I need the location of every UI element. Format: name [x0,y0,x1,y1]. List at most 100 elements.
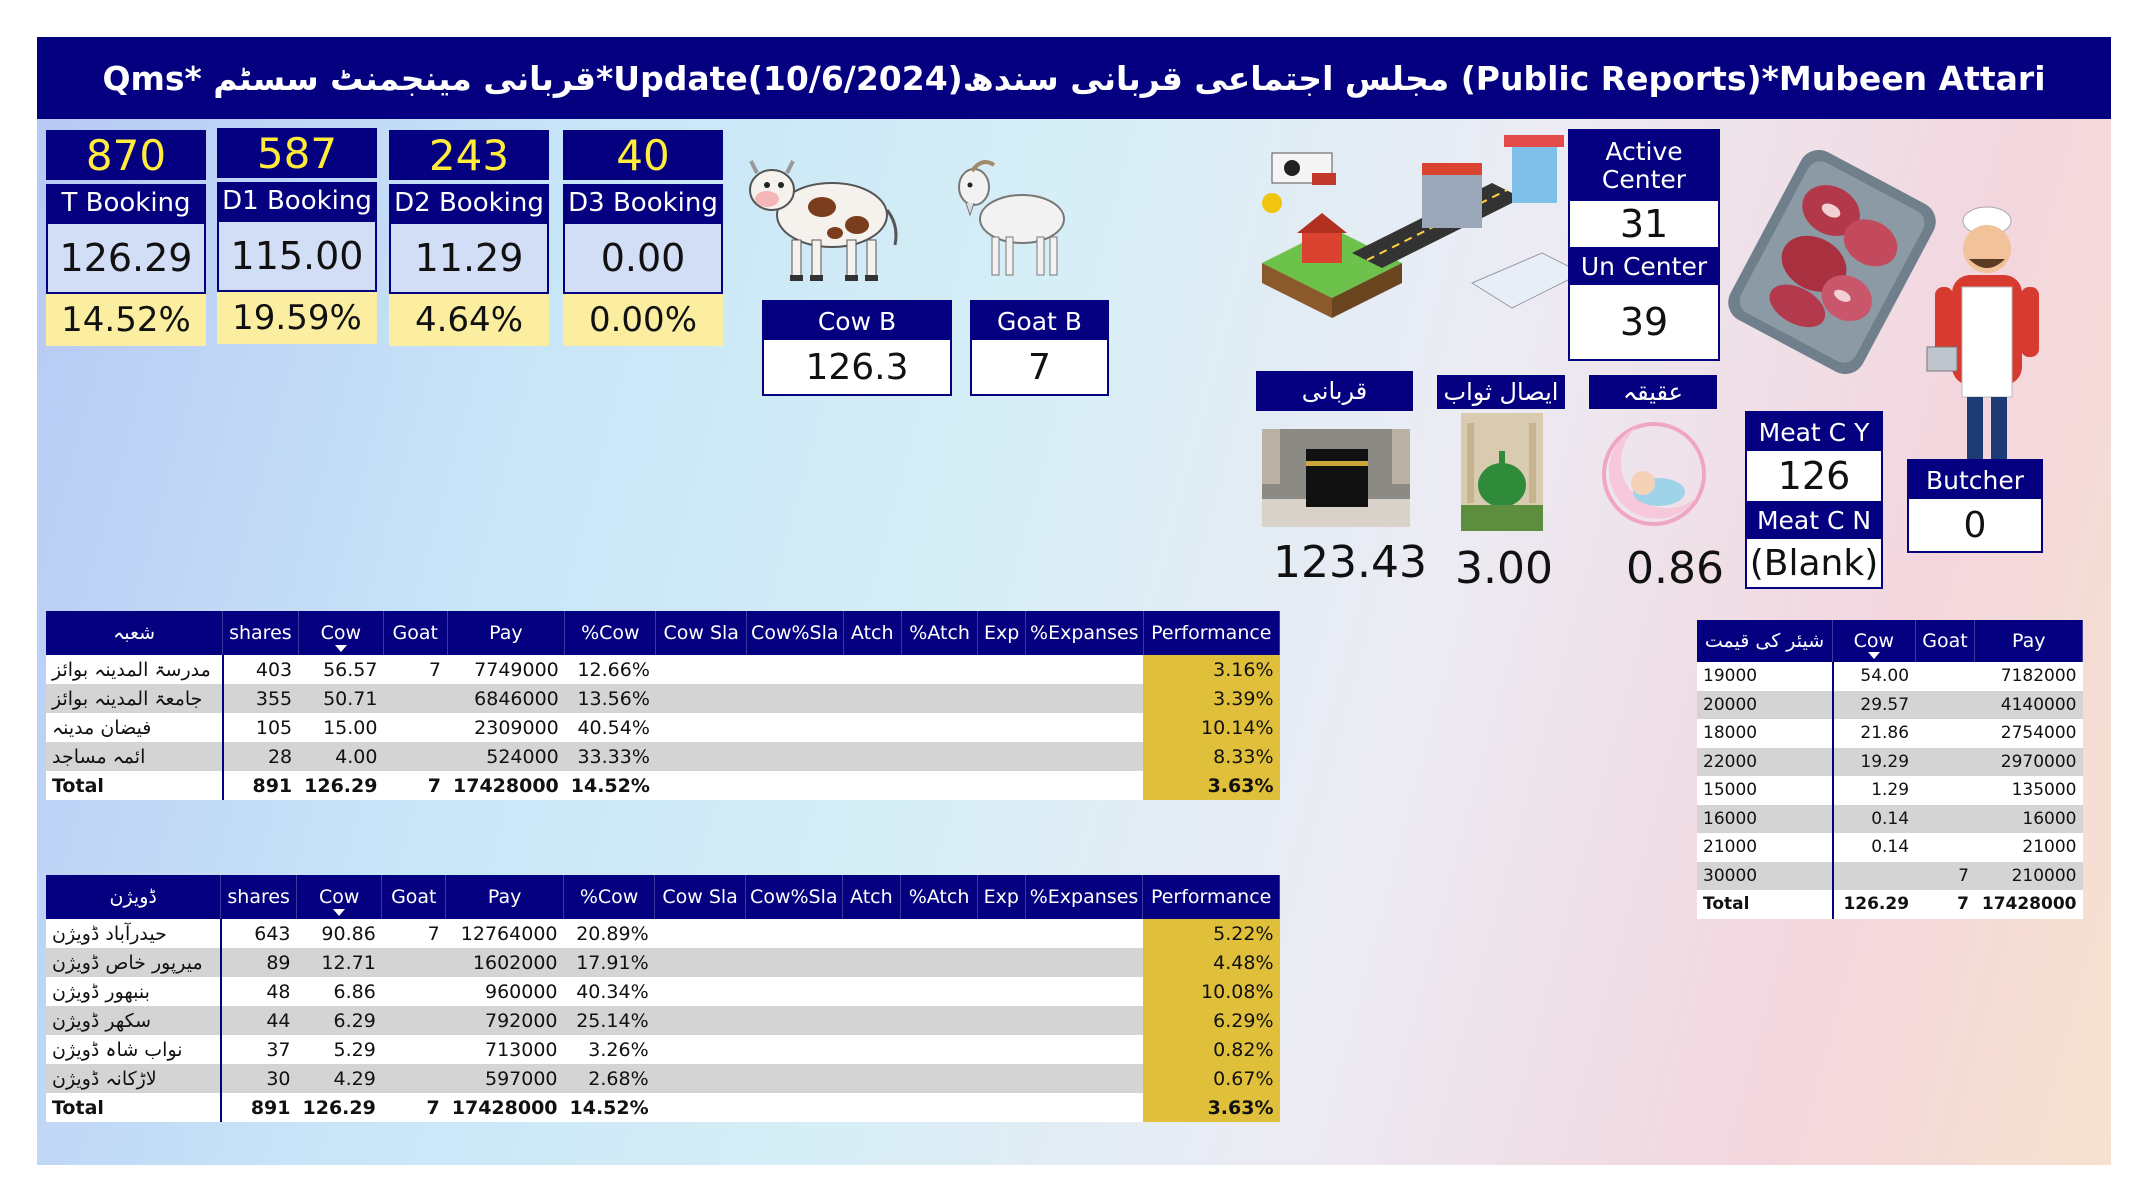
goat-booking-card[interactable]: Goat B 7 [970,300,1109,396]
pct-atch-cell [900,948,978,977]
cow-booking-card[interactable]: Cow B 126.3 [762,300,952,396]
division-table[interactable]: ڈویژن shares Cow Goat Pay %Cow Cow Sla C… [46,875,1280,1122]
goat-cell [383,742,447,771]
kpi-percent: 4.64% [389,294,549,346]
column-header-pct-atch[interactable]: %Atch [901,611,979,655]
goat-cell [381,1064,446,1093]
pay-cell: 1602000 [445,948,564,977]
table-row[interactable]: میرپور خاص ڈویژن 89 12.71 1602000 17.91% 4.48… [46,948,1280,977]
column-header-cow-sla[interactable]: Cow Sla [655,611,748,655]
pay-cell: 960000 [445,977,564,1006]
column-header-division[interactable]: ڈویژن [46,875,222,919]
table-row[interactable]: 30000 7 210000 [1697,861,2083,890]
isal-e-sawab-label: ایصال ثواب [1437,375,1565,409]
column-header-cow[interactable]: Cow [296,875,383,919]
column-header-pay[interactable]: Pay [1974,620,2083,662]
kpi-d1-booking[interactable]: 587 D1 Booking 115.00 19.59% [217,128,377,344]
column-header-pct-expanses[interactable]: %Expanses [1025,875,1144,919]
table-row[interactable]: 15000 1.29 135000 [1697,776,2083,805]
column-header-department[interactable]: شعبہ [46,611,224,655]
cow-cell: 54.00 [1831,662,1916,691]
column-header-goat[interactable]: Goat [1915,620,1976,662]
pay-cell: 12764000 [445,919,564,948]
table-row[interactable]: 16000 0.14 16000 [1697,804,2083,833]
row-name: لاڑکانہ ڈویژن [46,1064,221,1093]
exp-cell [977,1035,1026,1064]
exp-cell [977,1064,1026,1093]
column-header-shares[interactable]: shares [222,611,299,655]
cow-sla-cell [654,1093,746,1122]
table-row[interactable]: 19000 54.00 7182000 [1697,662,2083,691]
table-row[interactable]: 18000 21.86 2754000 [1697,719,2083,748]
table-row[interactable]: 22000 19.29 2970000 [1697,747,2083,776]
kpi-total-booking[interactable]: 870 T Booking 126.29 14.52% [46,130,206,346]
table-row[interactable]: فیضان مدینہ 105 15.00 2309000 40.54% 10.14% [46,713,1280,742]
table-row[interactable]: حیدرآباد ڈویژن 643 90.86 7 12764000 20.89% 5.2… [46,919,1280,948]
kpi-value: 126.29 [46,222,206,294]
meat-card[interactable]: Meat C Y 126 Meat C N (Blank) [1745,411,1883,589]
column-header-atch[interactable]: Atch [842,875,902,919]
pct-expanses-cell [1025,713,1144,742]
department-table[interactable]: شعبہ shares Cow Goat Pay %Cow Cow Sla Co… [46,611,1281,800]
column-header-cow-sla[interactable]: Cow Sla [654,875,747,919]
column-header-atch[interactable]: Atch [843,611,902,655]
pay-cell: 4140000 [1974,690,2083,719]
column-header-exp[interactable]: Exp [977,875,1026,919]
cow-pct-sla-cell [746,771,844,800]
column-header-cow[interactable]: Cow [1832,620,1916,662]
column-header-pct-cow[interactable]: %Cow [564,611,657,655]
pay-cell: 597000 [445,1064,564,1093]
column-header-performance[interactable]: Performance [1143,611,1281,655]
total-row[interactable]: Total 891 126.29 7 17428000 14.52% 3.63% [46,771,1280,800]
table-row[interactable]: مدرسۃ المدینہ بوائز 403 56.57 7 7749000 12.66… [46,655,1280,684]
table-row[interactable]: بنبھور ڈویژن 48 6.86 960000 40.34% 10.08% [46,977,1280,1006]
column-header-cow[interactable]: Cow [298,611,384,655]
table-row[interactable]: ائمہ مساجد 28 4.00 524000 33.33% 8.33% [46,742,1280,771]
column-header-cow-pct-sla[interactable]: Cow%Sla [745,875,843,919]
shares-cell: 89 [219,948,297,977]
atch-cell [843,713,902,742]
table-row[interactable]: 21000 0.14 21000 [1697,833,2083,862]
performance-cell: 0.67% [1142,1064,1280,1093]
column-header-pay[interactable]: Pay [445,875,565,919]
column-header-performance[interactable]: Performance [1142,875,1280,919]
row-name: سکھر ڈویژن [46,1006,221,1035]
goat-illustration [958,160,1065,276]
total-row[interactable]: Total 891 126.29 7 17428000 14.52% 3.63% [46,1093,1280,1122]
column-header-share-price[interactable]: شیئر کی قیمت [1697,620,1834,662]
report-canvas: Qms* قربانی مینجمنٹ سسٹم*Update(10/6/202… [37,37,2111,1165]
table-row[interactable]: نواب شاہ ڈویژن 37 5.29 713000 3.26% 0.82% [46,1035,1280,1064]
green-dome-image [1461,413,1543,531]
performance-cell: 10.14% [1143,713,1280,742]
column-header-pct-cow[interactable]: %Cow [563,875,656,919]
cow-sla-cell [655,684,747,713]
kpi-label: D3 Booking [563,184,723,222]
aqiqah-value: 0.86 [1626,543,1724,594]
cow-sla-cell [654,919,746,948]
column-header-exp[interactable]: Exp [977,611,1027,655]
atch-cell [842,919,901,948]
performance-cell: 6.29% [1142,1006,1280,1035]
column-header-pct-atch[interactable]: %Atch [900,875,978,919]
column-header-shares[interactable]: shares [220,875,297,919]
table-row[interactable]: لاڑکانہ ڈویژن 30 4.29 597000 2.68% 0.67% [46,1064,1280,1093]
table-row[interactable]: سکھر ڈویژن 44 6.29 792000 25.14% 6.29% [46,1006,1280,1035]
column-header-pct-expanses[interactable]: %Expanses [1025,611,1144,655]
share-price-cell: 30000 [1697,861,1833,890]
atch-cell [842,1006,901,1035]
table-row[interactable]: 20000 29.57 4140000 [1697,690,2083,719]
pct-cow-cell: 40.34% [563,977,655,1006]
center-card[interactable]: Active Center 31 Un Center 39 [1568,129,1720,361]
column-header-goat[interactable]: Goat [381,875,447,919]
share-price-cell: 18000 [1697,719,1833,748]
column-header-pay[interactable]: Pay [447,611,566,655]
total-row[interactable]: Total 126.29 7 17428000 [1697,890,2083,919]
column-header-cow-pct-sla[interactable]: Cow%Sla [746,611,844,655]
table-row[interactable]: جامعۃ المدینہ بوائز 355 50.71 6846000 13.56%… [46,684,1280,713]
goat-cell [1915,690,1975,719]
butcher-card[interactable]: Butcher 0 [1907,459,2043,553]
column-header-goat[interactable]: Goat [383,611,448,655]
kpi-d2-booking[interactable]: 243 D2 Booking 11.29 4.64% [389,130,549,346]
share-price-table[interactable]: شیئر کی قیمت Cow Goat Pay 19000 54.00 7182… [1697,620,2083,919]
kpi-d3-booking[interactable]: 40 D3 Booking 0.00 0.00% [563,130,723,346]
